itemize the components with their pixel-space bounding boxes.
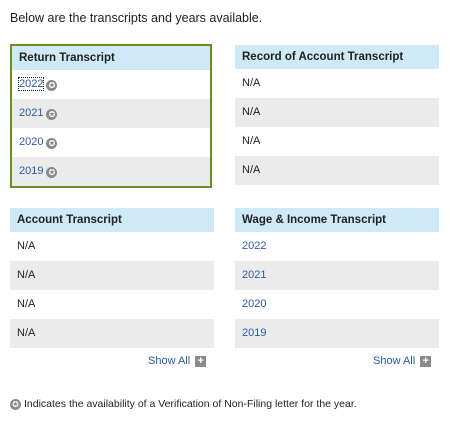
table-row: N/A	[10, 319, 214, 348]
plus-icon: +	[195, 355, 207, 367]
table-row: N/A	[242, 135, 261, 147]
vnf-star-icon: ✪	[10, 398, 21, 410]
account-transcript-table: Account Transcript N/A N/A N/A N/A	[10, 208, 214, 348]
vnf-star-icon: ✪	[46, 109, 58, 120]
table-row: N/A	[235, 156, 439, 185]
account-show-all-button[interactable]: Show All +	[148, 355, 207, 367]
return-transcript-2022-link[interactable]: 2022	[17, 77, 45, 91]
wage-income-table: Wage & Income Transcript 2022 2021 2020 …	[235, 208, 439, 348]
show-all-label: Show All	[148, 355, 191, 367]
wage-income-2021-link[interactable]: 2021	[242, 269, 266, 281]
table-row: N/A	[242, 77, 261, 89]
intro-text: Below are the transcripts and years avai…	[10, 11, 263, 25]
table-row: 2019	[235, 319, 439, 348]
vnf-star-icon: ✪	[46, 167, 58, 178]
return-transcript-header: Return Transcript	[12, 46, 210, 70]
wage-income-header: Wage & Income Transcript	[235, 208, 439, 232]
table-row: 2022 ✪	[12, 70, 210, 99]
legend-text: Indicates the availability of a Verifica…	[24, 398, 357, 410]
table-row: 2022	[235, 232, 439, 261]
table-row: N/A	[17, 298, 36, 310]
table-row: N/A	[10, 261, 214, 290]
show-all-label: Show All	[373, 355, 416, 367]
table-row: N/A	[235, 98, 439, 127]
wage-income-2022-link[interactable]: 2022	[242, 240, 266, 252]
table-row: 2021	[235, 261, 439, 290]
wage-income-2019-link[interactable]: 2019	[242, 327, 266, 339]
vnf-legend: ✪ Indicates the availability of a Verifi…	[10, 398, 357, 410]
table-row: N/A	[17, 240, 36, 252]
vnf-star-icon: ✪	[46, 138, 58, 149]
table-row: 2020 ✪	[12, 128, 210, 157]
return-transcript-2019-link[interactable]: 2019	[19, 165, 43, 177]
plus-icon: +	[420, 355, 432, 367]
wage-income-show-all-button[interactable]: Show All +	[373, 355, 432, 367]
return-transcript-2020-link[interactable]: 2020	[19, 136, 43, 148]
table-row: 2021 ✪	[12, 99, 210, 128]
record-of-account-table: Record of Account Transcript N/A N/A N/A…	[235, 45, 439, 185]
record-of-account-header: Record of Account Transcript	[235, 45, 439, 69]
table-row: 2020	[235, 290, 439, 319]
return-transcript-2021-link[interactable]: 2021	[19, 107, 43, 119]
return-transcript-table: Return Transcript 2022 ✪ 2021 ✪ 2020 ✪ 2019…	[10, 44, 212, 188]
wage-income-2020-link[interactable]: 2020	[242, 298, 266, 310]
table-row: 2019 ✪	[12, 157, 210, 186]
vnf-star-icon: ✪	[46, 80, 58, 91]
account-transcript-header: Account Transcript	[10, 208, 214, 232]
